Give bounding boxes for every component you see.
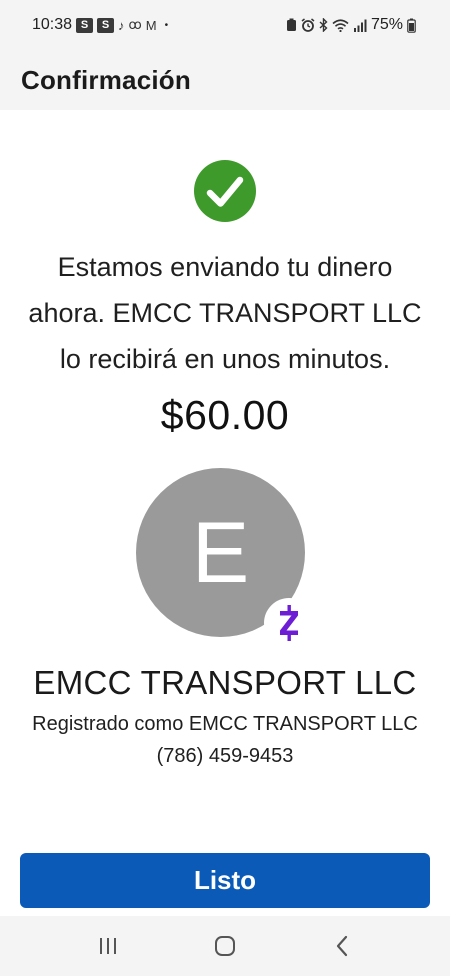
status-left: 10:38 S S ♪ ꝏ M • bbox=[32, 16, 168, 34]
system-nav-bar bbox=[0, 916, 450, 976]
back-button[interactable] bbox=[312, 921, 372, 971]
battery-icon bbox=[407, 18, 416, 33]
status-time: 10:38 bbox=[32, 16, 73, 33]
recents-icon bbox=[100, 938, 117, 954]
notification-s-icon: S bbox=[76, 17, 94, 33]
wifi-icon bbox=[332, 18, 349, 32]
home-button[interactable] bbox=[195, 921, 255, 971]
status-right: 75% bbox=[286, 16, 416, 34]
alarm-icon bbox=[301, 18, 315, 32]
recents-button[interactable] bbox=[78, 921, 138, 971]
voicemail-icon: ꝏ bbox=[128, 17, 142, 32]
confirmation-message: Estamos enviando tu dinero ahora. EMCC T… bbox=[28, 252, 422, 374]
page-title: Confirmación bbox=[21, 64, 191, 95]
more-notifications-dot: • bbox=[164, 19, 169, 31]
notification-s-icon: S bbox=[97, 17, 115, 33]
recipient-name: EMCC TRANSPORT LLC bbox=[33, 664, 417, 701]
zelle-logo-icon bbox=[264, 598, 314, 648]
home-icon bbox=[214, 936, 235, 956]
signal-icon bbox=[353, 19, 367, 32]
gmail-icon: M bbox=[145, 17, 157, 33]
battery-percent: 75% bbox=[370, 16, 403, 33]
back-icon bbox=[336, 935, 347, 957]
amount-sent: $60.00 bbox=[160, 392, 290, 438]
app-header: Confirmación bbox=[0, 50, 450, 110]
status-bar: 10:38 S S ♪ ꝏ M • 75% bbox=[0, 0, 450, 50]
tiktok-icon: ♪ bbox=[118, 17, 125, 33]
success-check-icon bbox=[194, 160, 256, 222]
battery-saver-icon bbox=[286, 18, 296, 31]
recipient-phone: (786) 459-9453 bbox=[156, 745, 294, 767]
bluetooth-icon bbox=[319, 18, 328, 32]
recipient-registered-as: Registrado como EMCC TRANSPORT LLC bbox=[32, 713, 418, 735]
done-button[interactable]: Listo bbox=[20, 853, 430, 908]
avatar-initial: E bbox=[191, 504, 250, 601]
